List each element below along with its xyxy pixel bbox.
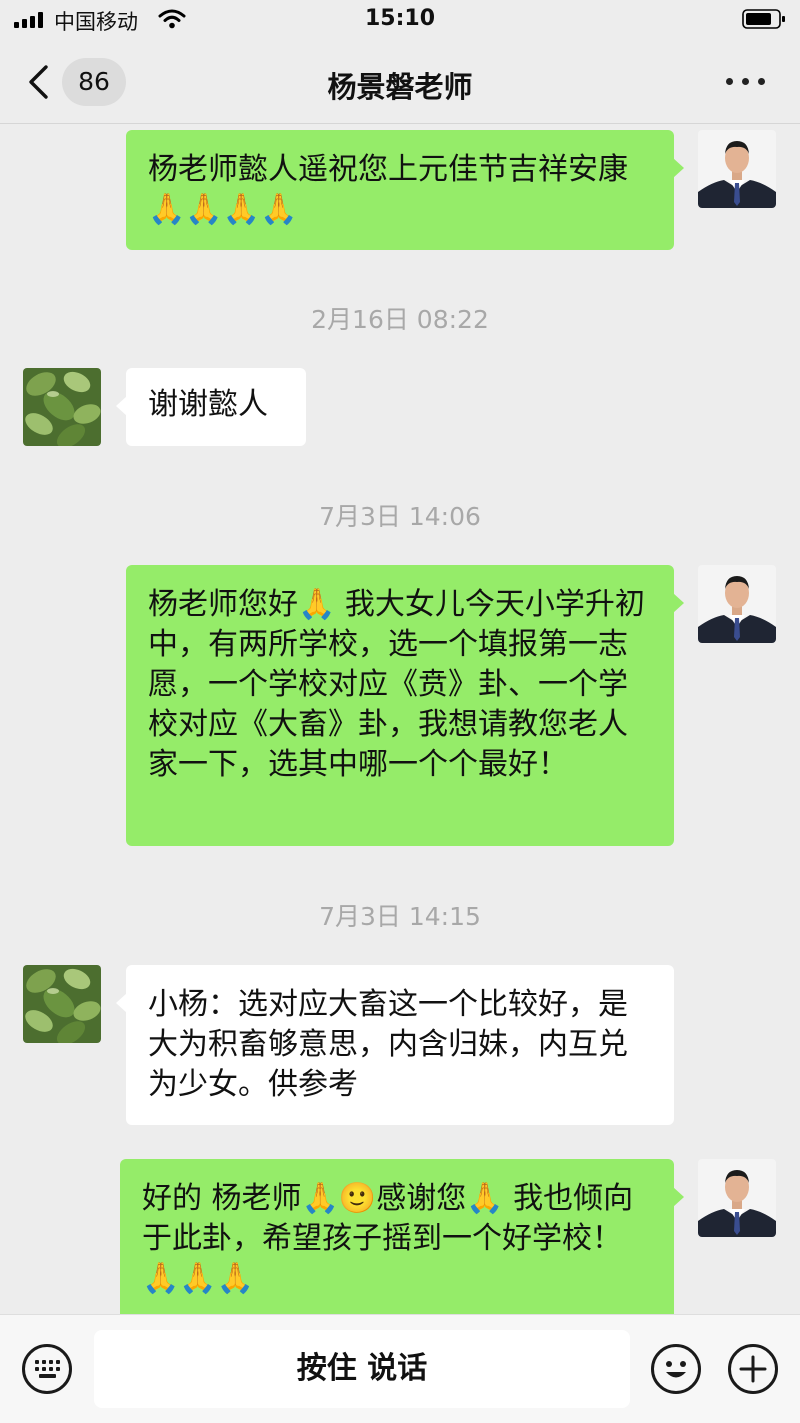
plus-icon [739, 1355, 767, 1383]
contact-avatar[interactable] [23, 368, 101, 446]
hold-to-talk-button[interactable]: 按住 说话 [94, 1330, 630, 1408]
message-bubble[interactable]: 小杨：选对应大畜这一个比较好，是大为积畜够意思，内含归妹，内互兑为少女。供参考 [116, 965, 674, 1125]
keyboard-icon [35, 1360, 60, 1378]
emoji-icon [666, 1361, 686, 1378]
more-button[interactable] [722, 66, 770, 94]
input-bar: 按住 说话 [0, 1314, 800, 1423]
status-bar: 中国移动 15:10 [0, 0, 800, 40]
chat-header: 86 杨景磐老师 [0, 40, 800, 124]
my-avatar[interactable] [698, 1159, 776, 1237]
timestamp: 2月16日 08:22 [311, 305, 489, 334]
chat-title: 杨景磐老师 [327, 70, 473, 104]
more-icon [726, 78, 733, 85]
timestamp: 7月3日 14:06 [319, 502, 481, 531]
keyboard-button[interactable] [22, 1344, 72, 1394]
message-bubble[interactable]: 谢谢懿人 [116, 368, 306, 446]
my-avatar[interactable] [698, 565, 776, 643]
message-bubble[interactable]: 杨老师您好🙏 我大女儿今天小学升初中，有两所学校，选一个填报第一志愿，一个学校对… [126, 565, 684, 846]
clock: 15:10 [364, 6, 436, 31]
plus-button[interactable] [728, 1344, 778, 1394]
battery-icon [742, 9, 785, 29]
emoji-button[interactable] [651, 1344, 701, 1394]
my-avatar[interactable] [698, 130, 776, 208]
message-bubble[interactable]: 好的 杨老师🙏🙂感谢您🙏 我也倾向于此卦，希望孩子摇到一个好学校！🙏🙏🙏 [120, 1159, 684, 1314]
timestamp: 7月3日 14:15 [319, 902, 481, 931]
message-bubble[interactable]: 杨老师懿人遥祝您上元佳节吉祥安康🙏🙏🙏🙏 [126, 130, 684, 250]
contact-avatar[interactable] [23, 965, 101, 1043]
message-list[interactable]: 杨老师懿人遥祝您上元佳节吉祥安康🙏🙏🙏🙏 2月16日 08:22 谢谢懿人 7月… [0, 124, 800, 1314]
